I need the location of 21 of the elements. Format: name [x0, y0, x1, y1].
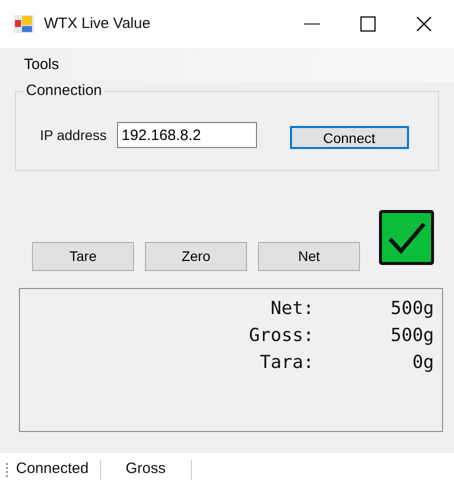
menu-item[interactable]: Tools	[12, 54, 72, 76]
status-text: Connected	[15, 459, 90, 480]
status-text: Gross	[124, 459, 167, 480]
window-title: WTX Live Value	[44, 14, 150, 34]
reading-value: 500g	[390, 297, 435, 321]
reading-value: 500g	[390, 324, 435, 348]
grip-icon	[6, 462, 9, 478]
reading-label: Gross:	[248, 324, 314, 348]
ip-label: IP address	[40, 126, 107, 144]
reading-label: Net:	[270, 297, 314, 321]
connect-button[interactable]: Connect	[290, 126, 409, 148]
minimize-icon	[304, 23, 320, 25]
maximize-icon	[360, 16, 376, 32]
action-button[interactable]: Tare	[32, 242, 134, 271]
reading-label: Tara:	[260, 351, 314, 375]
action-button[interactable]: Net	[258, 242, 360, 271]
app-icon	[14, 15, 34, 33]
action-button[interactable]: Zero	[145, 242, 247, 271]
close-icon	[416, 16, 432, 32]
reading-value: 0g	[411, 351, 435, 375]
ip-address-field[interactable]: 192.168.8.2	[116, 122, 257, 148]
